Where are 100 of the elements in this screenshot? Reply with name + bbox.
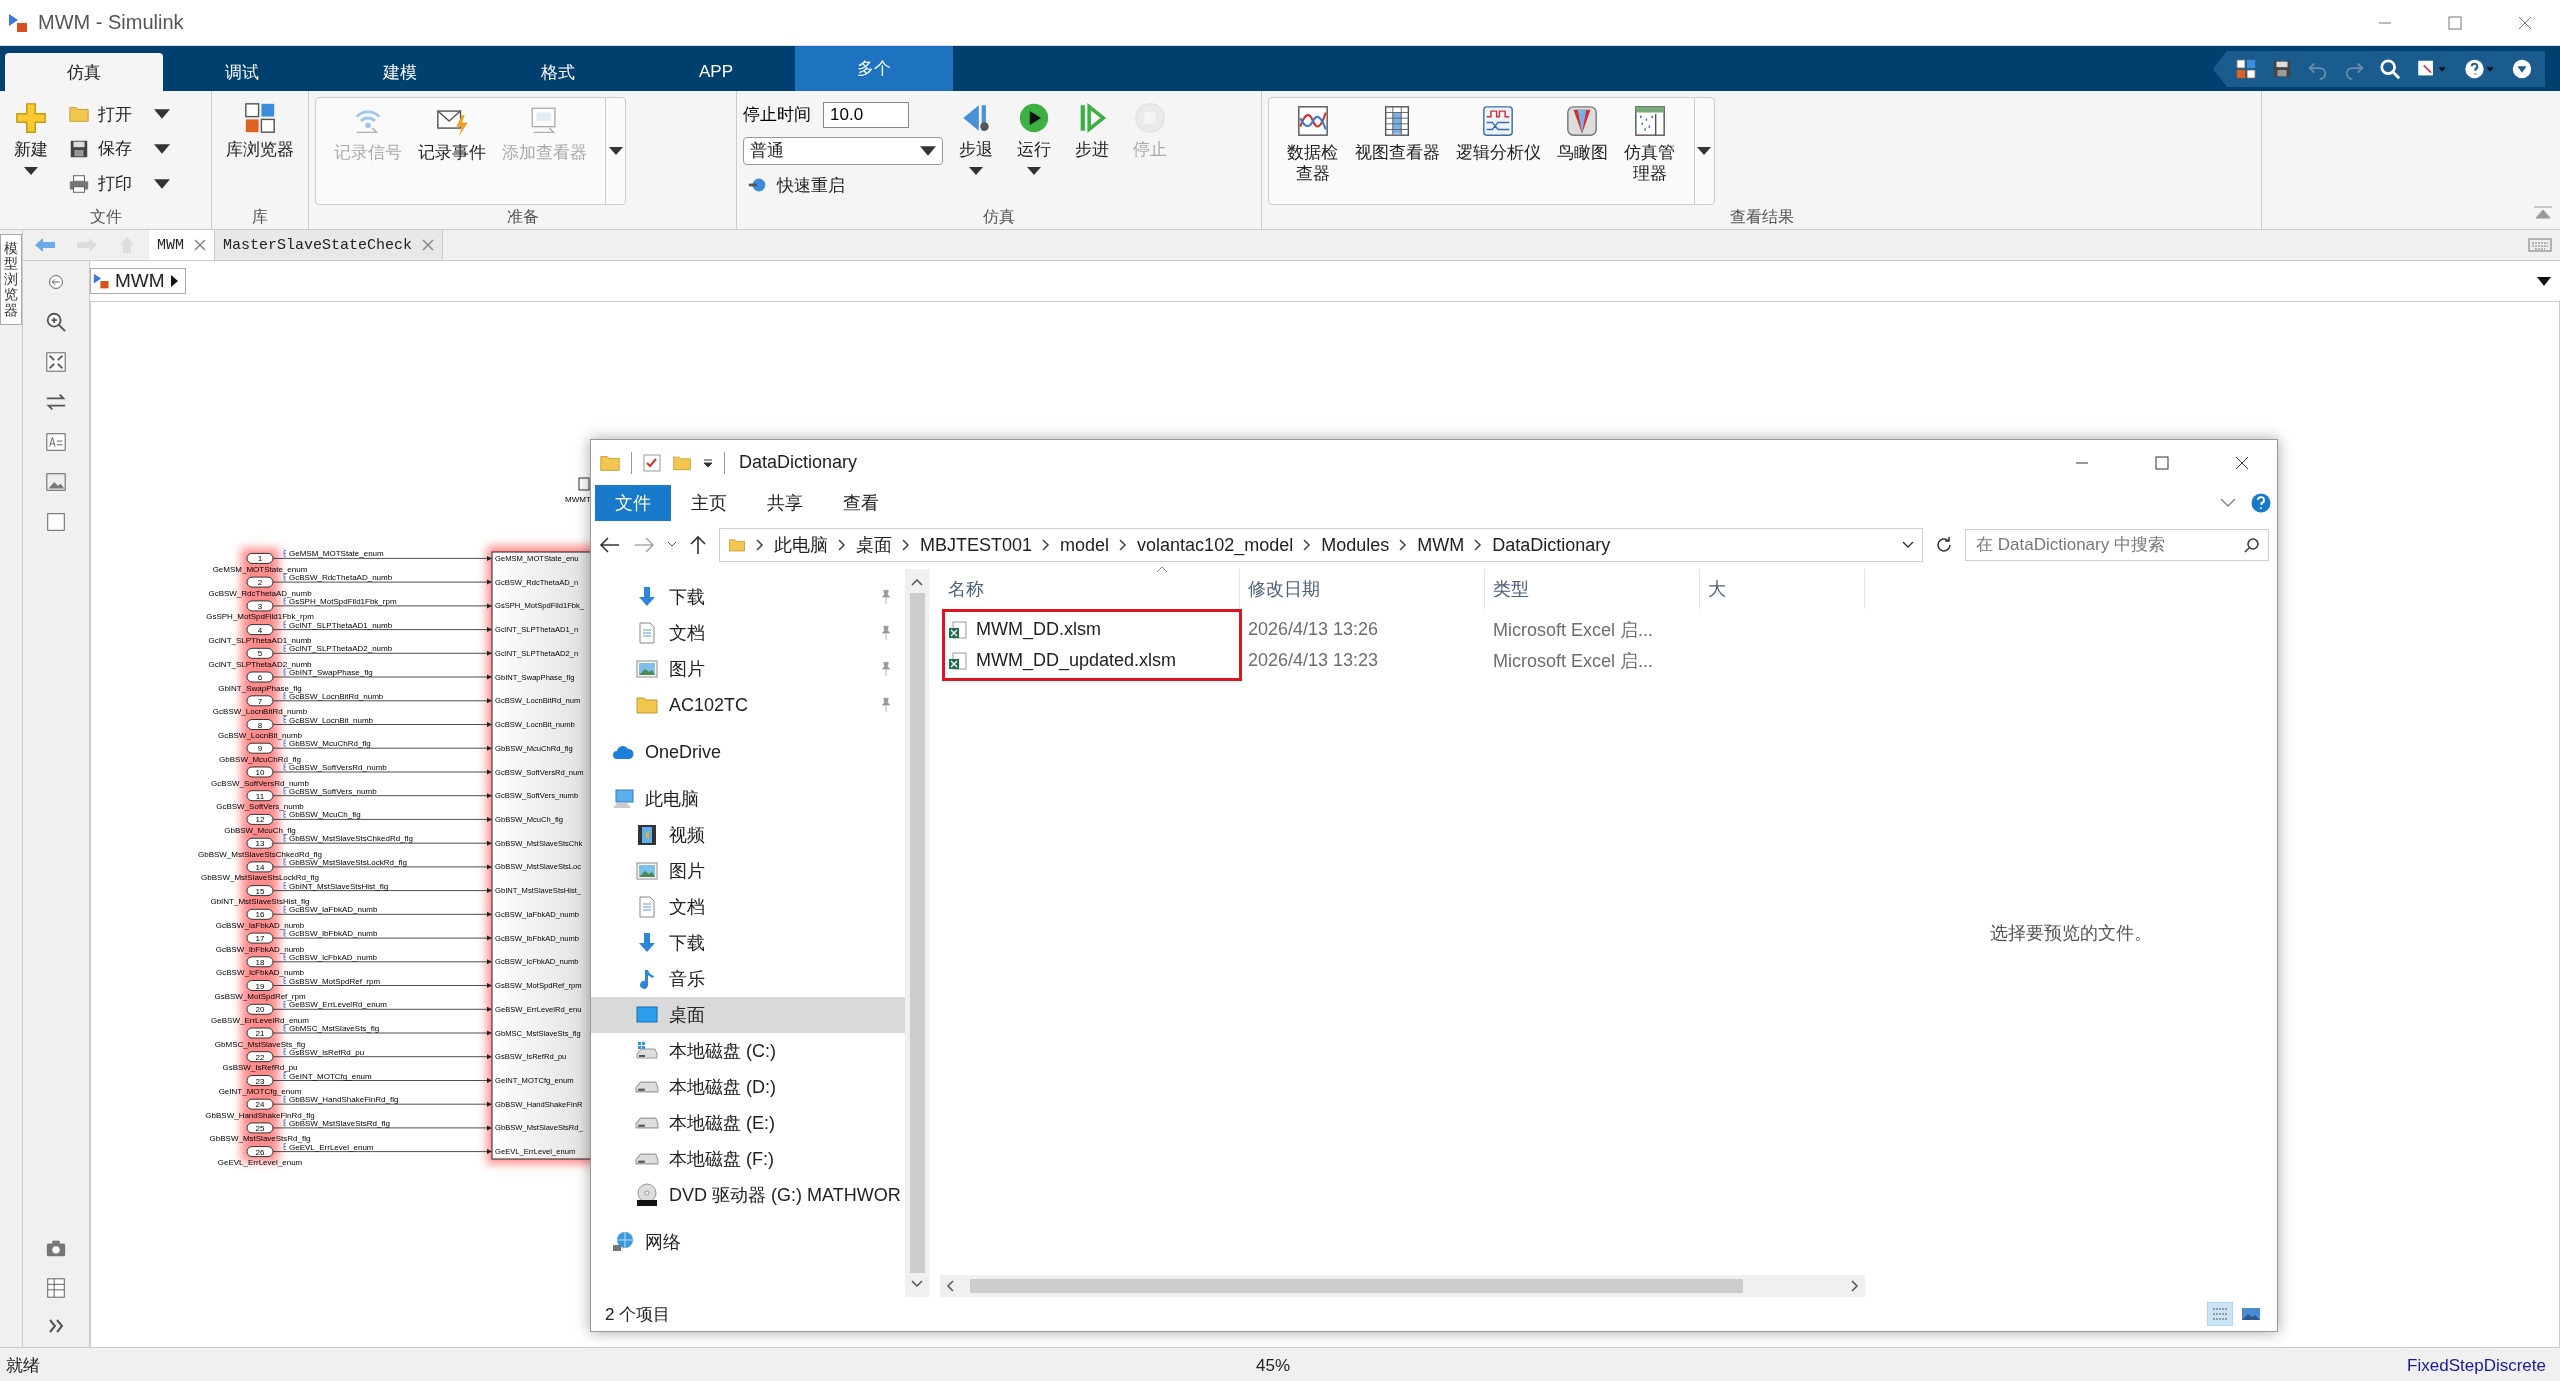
inport-block[interactable] bbox=[246, 1146, 274, 1158]
stop-time-field[interactable]: 10.0 bbox=[823, 101, 909, 128]
inport-block[interactable] bbox=[246, 766, 274, 778]
expand-button[interactable] bbox=[605, 98, 625, 204]
chevron-icon[interactable] bbox=[1303, 539, 1312, 551]
up-arrow-icon[interactable] bbox=[689, 535, 707, 555]
nav-item[interactable]: 本地磁盘 (E:) bbox=[591, 1105, 905, 1141]
inport-block[interactable] bbox=[246, 552, 274, 564]
square-icon[interactable] bbox=[45, 511, 67, 533]
arrows-icon[interactable] bbox=[45, 391, 67, 413]
toolbar-button[interactable]: 保存 bbox=[64, 137, 174, 161]
zoom-icon[interactable] bbox=[45, 311, 67, 333]
nav-item[interactable]: 网络 bbox=[591, 1224, 905, 1260]
toolbar-button[interactable]: 库浏览器 bbox=[218, 95, 302, 205]
file-name[interactable]: MWM_DD_updated.xlsm bbox=[976, 650, 1177, 671]
nav-item[interactable]: 音乐 bbox=[591, 961, 905, 997]
toolbar-button[interactable]: 步退 bbox=[951, 95, 1001, 205]
inport-block[interactable] bbox=[246, 1075, 274, 1086]
toolstrip-tab[interactable]: 多个 bbox=[795, 46, 953, 91]
close-icon[interactable] bbox=[194, 239, 206, 251]
inport-block[interactable] bbox=[246, 1098, 274, 1110]
inport-block[interactable] bbox=[246, 647, 274, 659]
inport-block[interactable] bbox=[246, 932, 274, 944]
checklist-icon[interactable] bbox=[642, 452, 662, 473]
inport-block[interactable] bbox=[246, 813, 274, 825]
toolbar-button[interactable]: 步进 bbox=[1067, 95, 1117, 205]
nav-item[interactable]: 本地磁盘 (F:) bbox=[591, 1141, 905, 1177]
nav-item[interactable]: 文档 bbox=[591, 889, 905, 925]
path-segment[interactable]: volantac102_model bbox=[1137, 534, 1294, 556]
nav-item[interactable]: 下载 bbox=[591, 925, 905, 961]
nav-item[interactable]: 桌面 bbox=[591, 997, 905, 1033]
annotation-icon[interactable] bbox=[45, 431, 67, 453]
toolbar-button[interactable]: 打印 bbox=[64, 172, 174, 196]
nav-item[interactable]: 视频 bbox=[591, 817, 905, 853]
chevron-icon[interactable] bbox=[1474, 539, 1483, 551]
breadcrumb[interactable]: MWM bbox=[90, 268, 186, 294]
inport-block[interactable] bbox=[246, 671, 274, 683]
inport-block[interactable] bbox=[246, 1122, 274, 1134]
toolbar-button[interactable]: 视图查看器 bbox=[1346, 98, 1448, 204]
chevron-icon[interactable] bbox=[902, 539, 910, 551]
toolstrip-tab[interactable]: 格式 bbox=[479, 53, 637, 91]
path-segment[interactable]: 此电脑 bbox=[774, 533, 828, 557]
editor-tab[interactable]: MWM bbox=[149, 230, 215, 260]
nav-item[interactable]: 下载 bbox=[591, 579, 905, 615]
inport-block[interactable] bbox=[246, 576, 274, 588]
address-bar[interactable]: 此电脑 桌面 MBJTEST001 model volantac102_model Modules MWM DataDictionary bbox=[719, 528, 1923, 562]
chevron-icon[interactable] bbox=[1399, 539, 1408, 551]
toolstrip-tab[interactable]: APP bbox=[637, 53, 795, 91]
inport-block[interactable] bbox=[246, 956, 274, 968]
nav-item[interactable]: 图片 bbox=[591, 651, 905, 687]
toolstrip-tab[interactable]: 调试 bbox=[163, 53, 321, 91]
inport-block[interactable] bbox=[246, 742, 274, 754]
path-segment[interactable]: model bbox=[1060, 534, 1110, 556]
inport-block[interactable] bbox=[246, 624, 274, 636]
nav-item[interactable]: DVD 驱动器 (G:) MATHWOR bbox=[591, 1177, 905, 1213]
back-arrow-icon[interactable] bbox=[599, 536, 621, 554]
inport-block[interactable] bbox=[246, 1003, 274, 1015]
path-segment[interactable]: MBJTEST001 bbox=[920, 534, 1033, 556]
inport-block[interactable] bbox=[246, 600, 274, 612]
toolbar-button[interactable]: 运行 bbox=[1009, 95, 1059, 205]
nav-item[interactable]: AC102TC bbox=[591, 687, 905, 723]
expand-icon[interactable] bbox=[47, 1317, 65, 1335]
scrollbar-thumb[interactable] bbox=[909, 593, 925, 1273]
inport-block[interactable] bbox=[246, 980, 274, 991]
toolbar-button[interactable]: 逻辑分析仪 bbox=[1447, 98, 1549, 204]
inport-block[interactable] bbox=[246, 1027, 274, 1039]
column-header[interactable]: 修改日期 bbox=[1248, 577, 1320, 601]
table-icon[interactable] bbox=[45, 1277, 67, 1299]
column-header[interactable]: 名称 bbox=[948, 577, 984, 601]
toolbar-button[interactable]: 打开 bbox=[64, 102, 174, 126]
refresh-icon[interactable] bbox=[1935, 536, 1953, 554]
file-name[interactable]: MWM_DD.xlsm bbox=[976, 619, 1101, 640]
inport-block[interactable] bbox=[246, 861, 274, 873]
toolbar-button[interactable]: 快速重启 bbox=[743, 173, 943, 197]
toolbar-button[interactable]: 数据检查器 bbox=[1279, 98, 1347, 204]
path-segment[interactable]: Modules bbox=[1321, 534, 1390, 556]
toolbar-button[interactable]: 仿真管理器 bbox=[1615, 98, 1684, 204]
editor-tab[interactable]: MasterSlaveStateCheck bbox=[215, 230, 444, 260]
nav-item[interactable]: 此电脑 bbox=[591, 781, 905, 817]
caret-icon[interactable] bbox=[2536, 275, 2552, 287]
path-segment[interactable]: 桌面 bbox=[856, 533, 892, 557]
nav-item[interactable]: 本地磁盘 (D:) bbox=[591, 1069, 905, 1105]
chevron-down-icon[interactable] bbox=[667, 541, 677, 549]
ribbon-tab[interactable]: 查看 bbox=[823, 485, 899, 521]
inport-block[interactable] bbox=[246, 719, 274, 730]
search-icon[interactable] bbox=[2244, 537, 2260, 553]
chevron-icon[interactable] bbox=[756, 539, 764, 551]
nav-item[interactable]: 本地磁盘 (C:) bbox=[591, 1033, 905, 1069]
nav-item[interactable]: OneDrive bbox=[591, 734, 905, 770]
solver-name[interactable]: FixedStepDiscrete bbox=[2407, 1355, 2546, 1376]
fit-view-icon[interactable] bbox=[45, 351, 67, 373]
inport-block[interactable] bbox=[246, 908, 274, 920]
search-field[interactable]: 在 DataDictionary 中搜索 bbox=[1965, 529, 2269, 561]
path-segment[interactable]: MWM bbox=[1417, 534, 1465, 556]
toolbar-button[interactable]: 新建 bbox=[6, 95, 56, 205]
scrollbar-thumb[interactable] bbox=[970, 1279, 1743, 1293]
nav-item[interactable]: 文档 bbox=[591, 615, 905, 651]
toolbar-button[interactable]: 记录事件 bbox=[410, 98, 494, 204]
chevron-down-icon[interactable] bbox=[1902, 541, 1914, 549]
caret-icon[interactable] bbox=[702, 456, 714, 469]
